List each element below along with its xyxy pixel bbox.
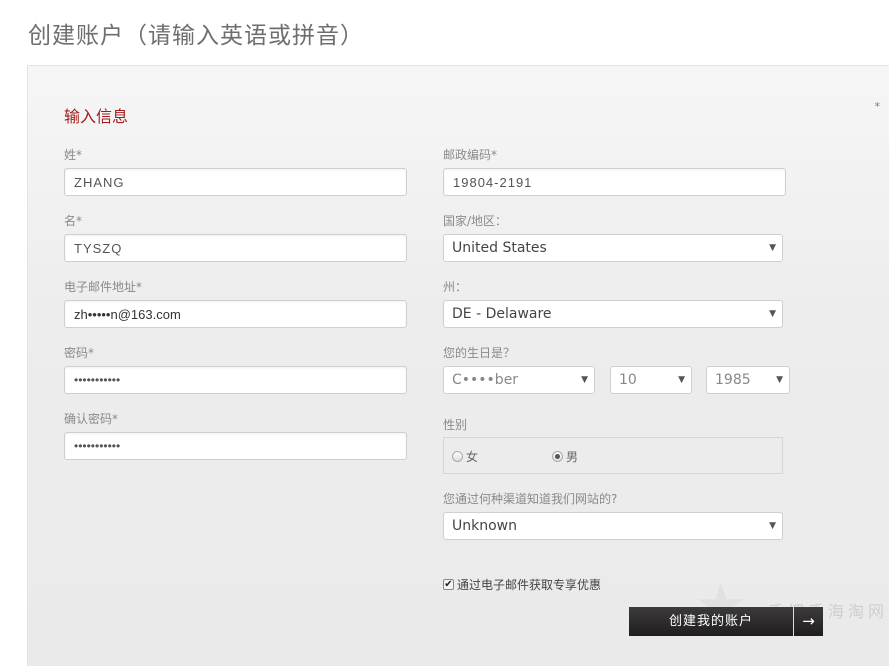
gender-radio-female[interactable]: 女: [452, 448, 478, 465]
required-note: *: [874, 100, 881, 113]
checkbox-checked-icon[interactable]: ✔: [443, 579, 454, 590]
chevron-down-icon: ▼: [581, 375, 588, 385]
last-name-label: 姓*: [64, 148, 83, 162]
confirm-password-input[interactable]: •••••••••••: [64, 432, 407, 460]
chevron-down-icon: ▼: [769, 309, 776, 319]
email-input[interactable]: zh•••••n@163.com: [64, 300, 407, 328]
state-select[interactable]: DE - Delaware ▼: [443, 300, 783, 328]
create-account-label: 创建我的账户: [668, 614, 753, 629]
country-value: United States: [452, 240, 547, 256]
gender-option-label: 男: [566, 450, 579, 464]
radio-checked-icon: [552, 451, 563, 462]
state-value: DE - Delaware: [452, 306, 552, 322]
chevron-down-icon: ▼: [769, 521, 776, 531]
birth-month-select[interactable]: C••••ber ▼: [443, 366, 595, 394]
chevron-down-icon: ▼: [769, 243, 776, 253]
email-label: 电子邮件地址*: [64, 280, 143, 294]
arrow-right-icon: →: [802, 612, 815, 630]
password-label: 密码*: [64, 346, 95, 360]
gender-option-label: 女: [466, 450, 479, 464]
referral-value: Unknown: [452, 518, 517, 534]
birth-month-value: C••••ber: [452, 372, 519, 388]
gender-group: 女 男: [443, 437, 783, 474]
first-name-label: 名*: [64, 214, 83, 228]
chevron-down-icon: ▼: [776, 375, 783, 385]
radio-unchecked-icon: [452, 451, 463, 462]
state-label: 州：: [443, 280, 468, 294]
birth-year-select[interactable]: 1985 ▼: [706, 366, 790, 394]
password-input[interactable]: •••••••••••: [64, 366, 407, 394]
newsletter-option[interactable]: ✔ 通过电子邮件获取专享优惠: [443, 576, 601, 593]
birthday-label: 您的生日是？: [443, 346, 516, 360]
zip-input[interactable]: 19804-2191: [443, 168, 786, 196]
gender-radio-male[interactable]: 男: [552, 448, 578, 465]
referral-label: 您通过何种渠道知道我们网站的?: [443, 492, 618, 506]
country-select[interactable]: United States ▼: [443, 234, 783, 262]
last-name-input[interactable]: ZHANG: [64, 168, 407, 196]
create-account-button[interactable]: 创建我的账户 →: [629, 607, 823, 636]
referral-select[interactable]: Unknown ▼: [443, 512, 783, 540]
birth-day-value: 10: [619, 372, 637, 388]
newsletter-label: 通过电子邮件获取专享优惠: [457, 578, 602, 592]
birth-year-value: 1985: [715, 372, 751, 388]
first-name-input[interactable]: TYSZQ: [64, 234, 407, 262]
account-form-panel: 输入信息 * 姓* ZHANG 名* TYSZQ 电子邮件地址* zh•••••…: [27, 65, 889, 666]
gender-label: 性别: [443, 418, 468, 432]
zip-label: 邮政编码*: [443, 148, 498, 162]
birth-day-select[interactable]: 10 ▼: [610, 366, 692, 394]
page-title: 创建账户（请输入英语或拼音）: [28, 23, 364, 49]
section-title: 输入信息: [64, 107, 129, 126]
confirm-password-label: 确认密码*: [64, 412, 119, 426]
chevron-down-icon: ▼: [678, 375, 685, 385]
country-label: 国家/地区：: [443, 214, 508, 228]
